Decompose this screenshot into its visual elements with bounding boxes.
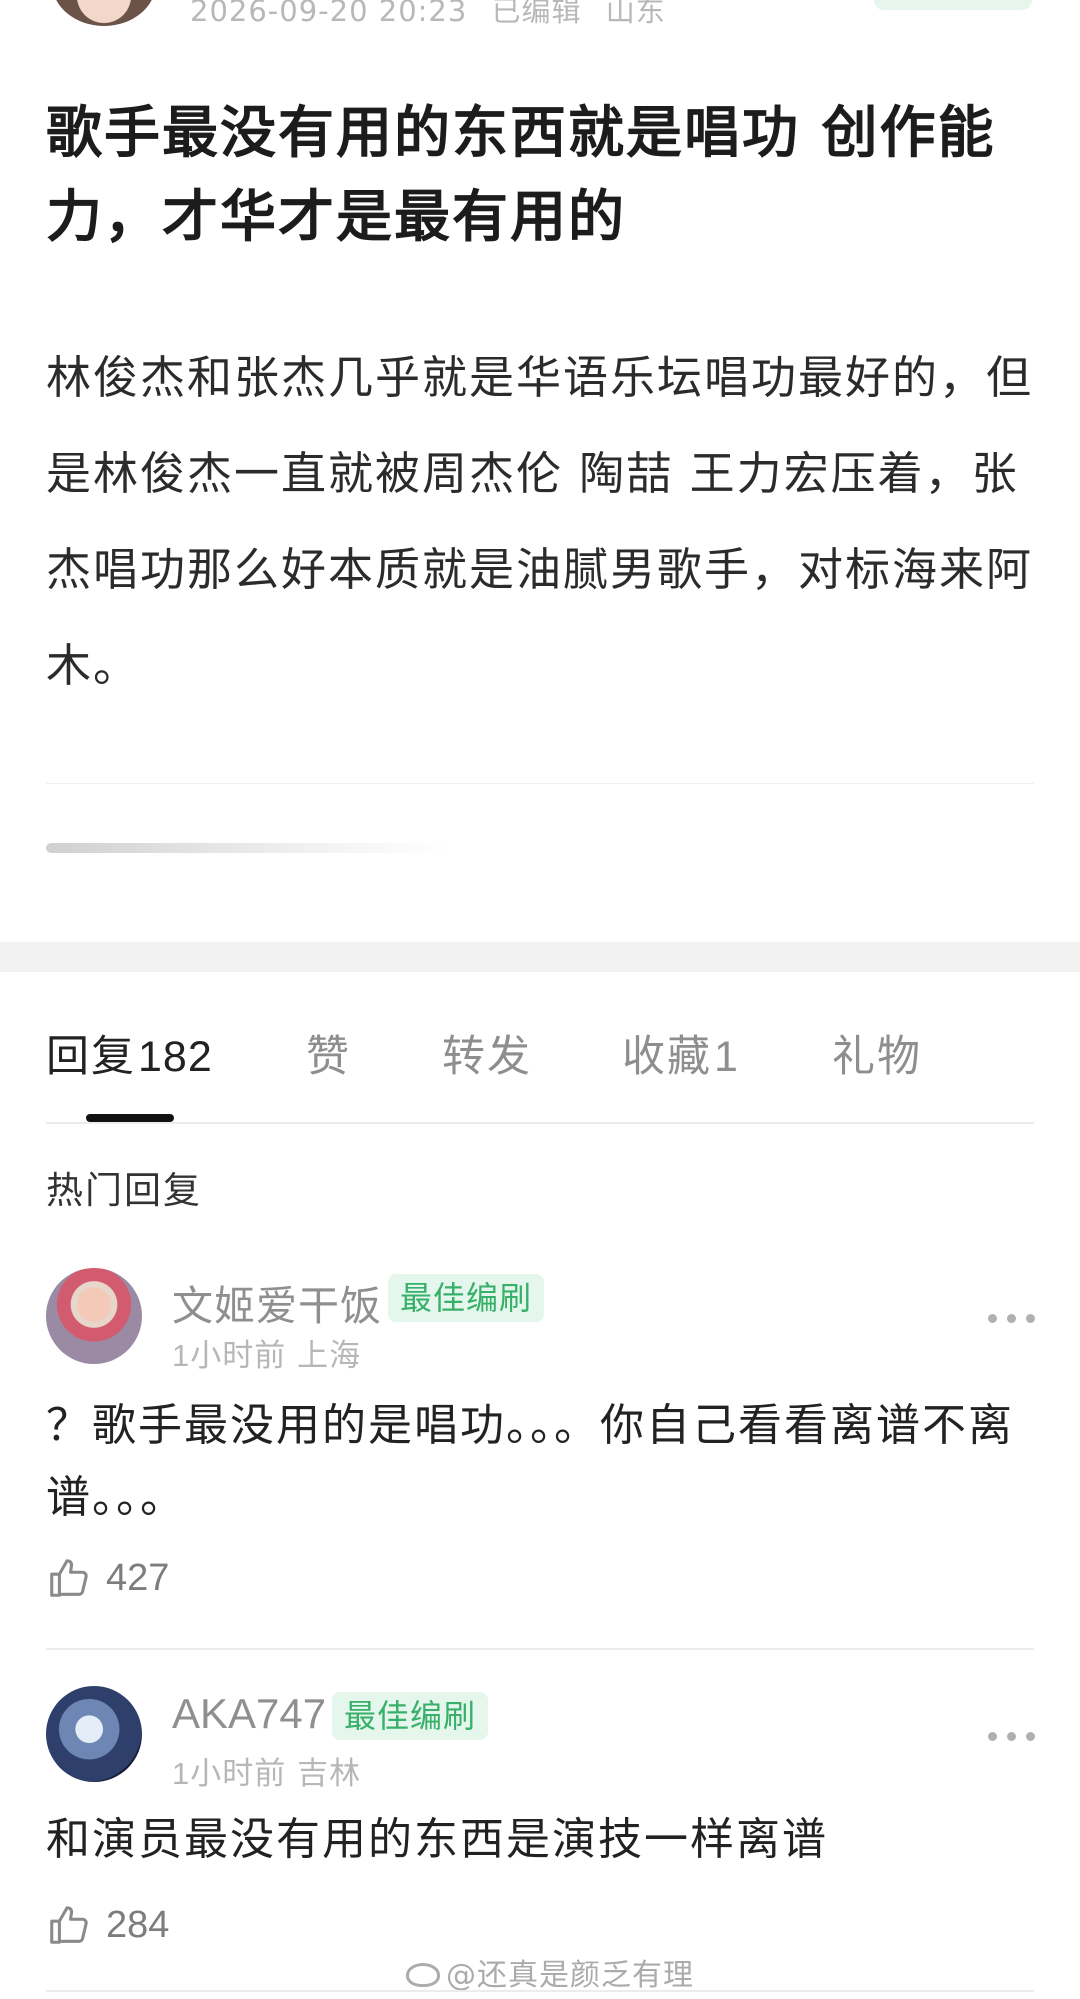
tab-replies-count: 182 [138, 1033, 213, 1081]
dot-icon [988, 1732, 997, 1741]
follow-button[interactable] [874, 0, 1032, 10]
reply-avatar[interactable] [46, 1268, 142, 1364]
more-options-button[interactable] [988, 1312, 1036, 1324]
reply-meta: 1小时前 上海 [172, 1330, 361, 1375]
author-avatar[interactable] [52, 0, 156, 26]
thumbs-up-icon [50, 1559, 88, 1597]
post-date: 2026-09-20 20:23 [190, 0, 468, 28]
tab-active-indicator [86, 1114, 174, 1122]
thumbs-up-icon [50, 1906, 88, 1944]
tab-reposts[interactable]: 转发 [442, 1022, 532, 1084]
watermark-text: @还真是颜乏有理 [446, 1958, 694, 1993]
tab-favorites[interactable]: 收藏1 [622, 1022, 739, 1084]
tab-replies[interactable]: 回复182 [46, 1022, 213, 1084]
like-count: 427 [106, 1557, 170, 1599]
reply-time: 1小时前 [172, 1338, 287, 1373]
tab-favorites-count: 1 [714, 1033, 739, 1081]
tab-gifts-label: 礼物 [832, 1032, 922, 1082]
section-separator [0, 942, 1080, 972]
dot-icon [1026, 1314, 1035, 1323]
reply-badge: 最佳编刷 [388, 1274, 545, 1322]
more-options-button[interactable] [988, 1730, 1036, 1742]
tab-likes-label: 赞 [306, 1032, 351, 1082]
like-count: 284 [106, 1904, 170, 1946]
reply-badge: 最佳编刷 [332, 1692, 489, 1740]
reply-time: 1小时前 [172, 1756, 287, 1791]
tab-reposts-label: 转发 [442, 1032, 532, 1082]
loading-placeholder [46, 843, 446, 853]
dot-icon [1007, 1314, 1016, 1323]
dot-icon [1026, 1732, 1035, 1741]
tab-replies-label: 回复 [46, 1032, 136, 1082]
bottom-divider [46, 1990, 1034, 1992]
post-meta: 2026-09-20 20:23 已编辑 山东 [190, 0, 680, 30]
tab-favorites-label: 收藏 [622, 1032, 712, 1082]
weibo-logo-icon [406, 1963, 440, 1987]
watermark: @还真是颜乏有理 [406, 1950, 694, 1994]
tabs-divider [46, 1122, 1034, 1124]
reply-tabs: 回复182 赞 转发 收藏1 礼物 [0, 1022, 1080, 1114]
dot-icon [988, 1314, 997, 1323]
reply-location: 上海 [297, 1338, 362, 1374]
reply-location: 吉林 [297, 1756, 362, 1792]
post-body: 林俊杰和张杰几乎就是华语乐坛唱功最好的，但是林俊杰一直就被周杰伦 陶喆 王力宏压… [46, 351, 1034, 692]
reply-username[interactable]: 文姬爱干饭 [172, 1272, 382, 1332]
dot-icon [1007, 1732, 1016, 1741]
post-author-row: 2026-09-20 20:23 已编辑 山东 [0, 0, 1080, 40]
post-location: 山东 [605, 0, 666, 28]
reply-text: 和演员最没有用的东西是演技一样离谱 [46, 1814, 828, 1865]
tab-gifts[interactable]: 礼物 [832, 1022, 922, 1084]
reply-divider [46, 1648, 1034, 1650]
post-edited-label: 已编辑 [491, 0, 582, 28]
reply-avatar[interactable] [46, 1686, 142, 1782]
reply-text: ？歌手最没用的是唱功。。。你自己看看离谱不离谱。。。 [46, 1400, 1014, 1523]
tab-likes[interactable]: 赞 [306, 1022, 351, 1084]
divider [46, 783, 1034, 784]
reply-meta: 1小时前 吉林 [172, 1748, 361, 1793]
hot-replies-heading: 热门回复 [46, 1169, 202, 1212]
post-title: 歌手最没有用的东西就是唱功 创作能力，才华才是最有用的 [46, 101, 996, 250]
reply-username[interactable]: AKA747 [172, 1690, 326, 1738]
